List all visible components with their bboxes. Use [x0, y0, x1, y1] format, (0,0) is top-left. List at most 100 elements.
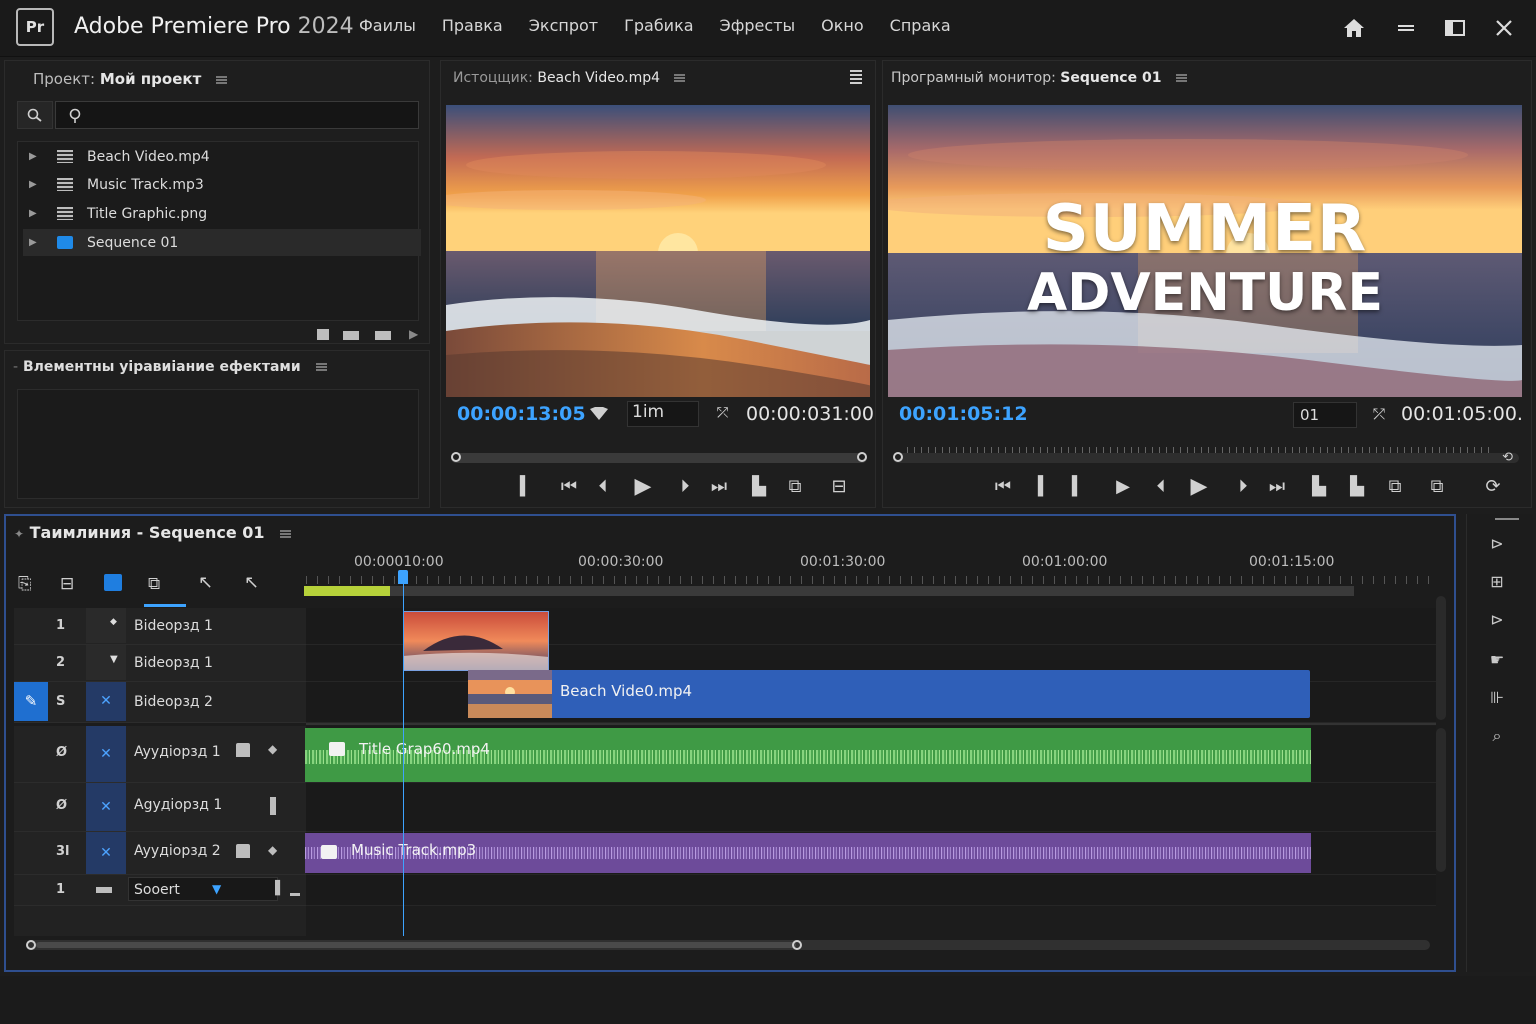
- panel-menu-icon[interactable]: [674, 74, 686, 82]
- expand-icon[interactable]: ▶: [23, 237, 49, 248]
- menu-help[interactable]: Спрака: [877, 16, 964, 35]
- program-monitor-header[interactable]: Програмный монитор: Sequence 01: [891, 70, 1187, 86]
- compare-icon[interactable]: ⧉: [1425, 476, 1449, 497]
- panel-menu-icon[interactable]: [216, 75, 228, 84]
- list-item[interactable]: ▶ Music Track.mp3: [23, 171, 421, 198]
- timeline-horizontal-scrollbar[interactable]: [26, 940, 1430, 950]
- track-lane[interactable]: [306, 783, 1436, 832]
- list-menu-icon[interactable]: [849, 69, 863, 87]
- program-scrubber[interactable]: ⟲: [893, 447, 1519, 465]
- lift-icon[interactable]: ▙: [1307, 476, 1331, 497]
- slip-icon[interactable]: ⊪: [1486, 688, 1508, 707]
- rate-stretch-icon[interactable]: ⊞: [1486, 572, 1508, 591]
- step-forward-icon[interactable]: ⏵: [673, 476, 697, 497]
- settings-icon[interactable]: ⧉: [148, 574, 160, 594]
- step-forward-icon[interactable]: ⏵: [1231, 476, 1255, 497]
- add-marker-icon[interactable]: [104, 574, 122, 591]
- title-graphic-clip[interactable]: [403, 611, 549, 671]
- mark-out-icon[interactable]: ▍: [1067, 476, 1091, 497]
- loop-icon[interactable]: ⟲: [1502, 450, 1513, 465]
- program-current-timecode[interactable]: 00:01:05:12: [899, 403, 1028, 425]
- keyframe-icon[interactable]: ◆: [268, 843, 277, 857]
- menu-effects[interactable]: Эфресты: [707, 16, 809, 35]
- track-lane[interactable]: [306, 875, 1436, 906]
- menu-window[interactable]: Окно: [808, 16, 877, 35]
- linked-selection-icon[interactable]: ⊟: [60, 574, 74, 594]
- menu-export[interactable]: Экспрот: [516, 16, 611, 35]
- keyframe-icon[interactable]: ◆: [268, 742, 277, 756]
- close-icon[interactable]: [1489, 14, 1519, 42]
- program-zoom-select[interactable]: 01: [1293, 402, 1357, 428]
- scroll-start-handle[interactable]: [26, 940, 36, 950]
- lock-icon[interactable]: [236, 844, 250, 858]
- source-out-handle[interactable]: [857, 452, 867, 462]
- snap-icon[interactable]: ⎘: [18, 574, 32, 594]
- marker-icon[interactable]: [589, 406, 609, 426]
- settings-icon[interactable]: ⤱: [1373, 405, 1385, 423]
- menu-file[interactable]: Фаилы: [346, 16, 429, 35]
- source-video-frame[interactable]: [446, 105, 870, 397]
- menu-edit[interactable]: Правка: [429, 16, 516, 35]
- track-lock-icon[interactable]: ✕: [86, 832, 126, 874]
- list-item[interactable]: ▶ Beach Video.mp4: [23, 143, 421, 170]
- expand-icon[interactable]: ▶: [23, 151, 49, 162]
- go-to-out-icon[interactable]: ⏭: [1265, 476, 1289, 497]
- dropdown-icon[interactable]: ▼: [212, 882, 221, 896]
- mute-icon[interactable]: [270, 797, 276, 815]
- music-track-clip[interactable]: Music Track.mp3: [305, 833, 1311, 873]
- expand-icon[interactable]: ▶: [23, 179, 49, 190]
- effect-controls-header[interactable]: - Влементны уіравиіание ефектами: [13, 359, 327, 375]
- mark-in-icon[interactable]: ▍: [1033, 476, 1057, 497]
- mark-in-icon[interactable]: ▍: [515, 476, 539, 497]
- track-lock-icon[interactable]: ✕: [86, 783, 126, 831]
- type-tool-icon[interactable]: ⌕: [1486, 726, 1508, 745]
- track-target[interactable]: ▼: [86, 645, 126, 680]
- track-lock-icon[interactable]: ✕: [86, 682, 126, 721]
- insert-icon[interactable]: ▙: [747, 476, 771, 497]
- expand-icon[interactable]: ▶: [23, 208, 49, 219]
- play-reverse-icon[interactable]: ▶: [1111, 476, 1135, 497]
- source-scrubber[interactable]: [451, 452, 867, 463]
- source-patch-icon[interactable]: ✎: [14, 682, 48, 721]
- step-back-icon[interactable]: ⏴: [1149, 476, 1173, 497]
- extract-icon[interactable]: ▙: [1345, 476, 1369, 497]
- work-area-bar[interactable]: [304, 586, 1354, 596]
- play-button[interactable]: ▶: [1187, 474, 1211, 499]
- play-icon[interactable]: ▶: [409, 327, 418, 341]
- fit-icon[interactable]: ⤱: [717, 405, 728, 421]
- menu-graphics[interactable]: Грабика: [611, 16, 706, 35]
- playhead-line[interactable]: [403, 582, 404, 936]
- audio-tracks-scrollbar[interactable]: [1436, 728, 1446, 872]
- beach-video-clip[interactable]: Beach Vide0.mp4: [468, 670, 1310, 718]
- search-filter-icon[interactable]: [17, 101, 53, 129]
- step-back-icon[interactable]: ⏴: [591, 476, 615, 497]
- list-item[interactable]: ▶ Title Graphic.png: [23, 200, 421, 227]
- lock-icon[interactable]: [236, 743, 250, 757]
- panel-menu-icon[interactable]: [280, 529, 292, 538]
- video-tracks-scrollbar[interactable]: [1436, 596, 1446, 720]
- go-to-out-icon[interactable]: ⏭: [707, 476, 731, 497]
- selection-tool-icon[interactable]: ↖: [198, 572, 213, 593]
- bin-icon[interactable]: [375, 331, 391, 340]
- export-frame-icon[interactable]: ⧉: [1383, 476, 1407, 497]
- track-target[interactable]: ◆: [86, 608, 126, 643]
- project-search-input[interactable]: [55, 101, 419, 129]
- scroll-thumb[interactable]: [36, 942, 796, 948]
- maximize-icon[interactable]: [1440, 14, 1470, 42]
- export-frame-icon[interactable]: ⊟: [827, 476, 851, 497]
- hand-icon[interactable]: ☛: [1486, 650, 1508, 669]
- refresh-icon[interactable]: ⟳: [1481, 476, 1505, 497]
- new-item-icon[interactable]: [317, 329, 329, 340]
- panel-menu-icon[interactable]: [1175, 74, 1187, 82]
- timeline-header[interactable]: ✦ Таимлиния - Sequence 01: [14, 523, 292, 542]
- minus-icon[interactable]: [290, 893, 300, 896]
- razor-icon[interactable]: ⊳: [1486, 610, 1508, 629]
- source-monitor-header[interactable]: Истоцщик: Beach Video.mp4: [453, 70, 686, 86]
- source-zoom-select[interactable]: 1im: [627, 401, 699, 427]
- go-to-in-icon[interactable]: ⏮: [557, 476, 581, 497]
- home-icon[interactable]: [1339, 14, 1369, 42]
- folder-icon[interactable]: [343, 331, 359, 340]
- source-playhead-handle[interactable]: [451, 452, 461, 462]
- play-button[interactable]: ▶: [631, 474, 655, 499]
- panel-menu-icon[interactable]: [315, 363, 327, 371]
